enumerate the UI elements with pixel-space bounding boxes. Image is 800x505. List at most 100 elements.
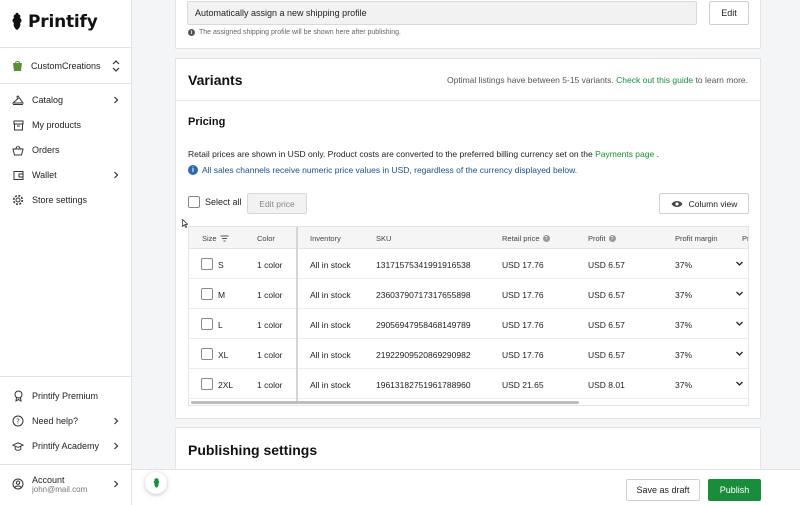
variants-note-suffix: to learn more. (695, 75, 748, 85)
wallet-icon (12, 169, 24, 181)
cell-color: 1 color (257, 290, 283, 300)
cell-profit: USD 6.57 (588, 260, 625, 270)
cell-retail-price: USD 17.76 (502, 290, 544, 300)
table-row[interactable]: S 1 color All in stock 13171575341991916… (189, 249, 748, 279)
filter-icon[interactable] (220, 235, 229, 242)
chevron-down-icon[interactable] (735, 319, 744, 328)
select-all-control[interactable]: Select all (188, 196, 242, 208)
table-row[interactable]: L 1 color All in stock 29056947958468149… (189, 309, 748, 339)
shipping-profile-field[interactable]: Automatically assign a new shipping prof… (187, 1, 697, 25)
printify-logo-icon (153, 478, 159, 488)
chevron-right-icon (114, 442, 119, 450)
cell-profit-margin: 37% (675, 320, 693, 330)
printify-logo-icon (12, 12, 22, 30)
retail-note-text: Retail prices are shown in USD only. Pro… (188, 149, 593, 159)
store-switcher[interactable]: CustomCreations (12, 57, 120, 75)
store-name: CustomCreations (31, 61, 101, 71)
header-size[interactable]: Size (202, 234, 229, 243)
action-bar: Save as draft Publish (132, 469, 800, 505)
payments-page-link[interactable]: Payments page (595, 149, 654, 159)
row-checkbox[interactable] (201, 378, 213, 390)
guide-link[interactable]: Check out this guide (616, 75, 693, 85)
table-header: Size Color Inventory SKU Retail price ? … (189, 227, 748, 249)
cell-size: S (218, 260, 224, 270)
sidebar-item-label: Wallet (32, 170, 57, 180)
cell-retail-price: USD 17.76 (502, 320, 544, 330)
currency-info: i All sales channels receive numeric pri… (188, 165, 577, 175)
cell-retail-price: USD 17.76 (502, 260, 544, 270)
chevron-right-icon (114, 417, 119, 425)
variants-note-prefix: Optimal listings have between 5-15 varia… (446, 75, 614, 85)
row-checkbox[interactable] (201, 318, 213, 330)
column-view-button[interactable]: Column view (659, 193, 749, 214)
header-sku: SKU (376, 234, 392, 243)
sidebar: Printify CustomCreations Catalog My prod… (0, 0, 132, 505)
chevron-down-icon[interactable] (735, 289, 744, 298)
header-label: Profit (588, 234, 606, 243)
mouse-cursor-icon (182, 219, 188, 228)
horizontal-scrollbar[interactable] (191, 401, 579, 404)
account-menu[interactable]: Account john@mail.com (12, 472, 120, 496)
select-all-label: Select all (205, 197, 242, 207)
table-row[interactable]: M 1 color All in stock 23603790717317655… (189, 279, 748, 309)
header-profit: Profit ? (588, 234, 616, 243)
help-icon[interactable]: ? (608, 235, 616, 242)
select-all-checkbox[interactable] (188, 196, 200, 208)
header-label: Size (202, 234, 217, 243)
table-row[interactable]: XL 1 color All in stock 2192290952086929… (189, 339, 748, 369)
cell-profit: USD 8.01 (588, 380, 625, 390)
chevron-down-icon[interactable] (735, 259, 744, 268)
user-circle-icon (12, 478, 24, 490)
edit-price-button[interactable]: Edit price (247, 193, 307, 214)
header-retail-price: Retail price ? (502, 234, 550, 243)
sidebar-item-store-settings[interactable]: Store settings (12, 191, 120, 209)
cell-sku: 29056947958468149789 (376, 320, 471, 330)
account-email: john@mail.com (32, 484, 88, 494)
basket-icon (12, 144, 24, 156)
table-row[interactable]: 2XL 1 color All in stock 196131827519617… (189, 369, 748, 399)
sidebar-item-orders[interactable]: Orders (12, 141, 120, 159)
cell-size: M (218, 290, 226, 300)
cell-profit-margin: 37% (675, 380, 693, 390)
save-as-draft-button[interactable]: Save as draft (626, 479, 700, 501)
header-profit-margin: Profit margin (675, 234, 718, 243)
variants-card: Variants Optimal listings have between 5… (175, 58, 761, 419)
chevron-down-icon[interactable] (735, 349, 744, 358)
support-chat-button[interactable] (145, 472, 167, 494)
sidebar-divider (0, 376, 132, 377)
sidebar-item-catalog[interactable]: Catalog (12, 91, 120, 109)
printify-logo[interactable]: Printify (10, 12, 98, 32)
pricing-title: Pricing (188, 116, 226, 128)
account-text: Account john@mail.com (32, 475, 104, 494)
sticky-column-divider (296, 227, 298, 402)
cell-retail-price: USD 21.65 (502, 380, 544, 390)
sidebar-item-my-products[interactable]: My products (12, 116, 120, 134)
publish-button[interactable]: Publish (708, 479, 761, 501)
info-icon: i (188, 29, 195, 36)
row-checkbox[interactable] (201, 348, 213, 360)
variants-note: Optimal listings have between 5-15 varia… (447, 75, 748, 85)
help-icon[interactable]: ? (542, 235, 550, 242)
hanger-icon (12, 94, 24, 106)
account-label: Account (32, 474, 65, 485)
cell-sku: 19613182751961788960 (376, 380, 471, 390)
row-checkbox[interactable] (201, 288, 213, 300)
chevron-up-down-icon (112, 60, 120, 72)
sidebar-item-help[interactable]: ? Need help? (12, 412, 120, 430)
edit-shipping-button[interactable]: Edit (709, 1, 749, 25)
cell-inventory: All in stock (310, 350, 351, 360)
cell-inventory: All in stock (310, 290, 351, 300)
cell-profit: USD 6.57 (588, 320, 625, 330)
sidebar-item-premium[interactable]: Printify Premium (12, 387, 120, 405)
eye-icon (671, 200, 683, 207)
sidebar-item-academy[interactable]: Printify Academy (12, 437, 120, 455)
sidebar-item-wallet[interactable]: Wallet (12, 166, 120, 184)
chevron-right-icon (114, 480, 119, 488)
cell-size: XL (218, 350, 229, 360)
sidebar-divider (0, 83, 132, 84)
retail-note-end: . (656, 149, 659, 159)
sidebar-divider (0, 47, 132, 48)
shopify-bag-icon (13, 61, 22, 71)
chevron-down-icon[interactable] (735, 379, 744, 388)
row-checkbox[interactable] (201, 258, 213, 270)
